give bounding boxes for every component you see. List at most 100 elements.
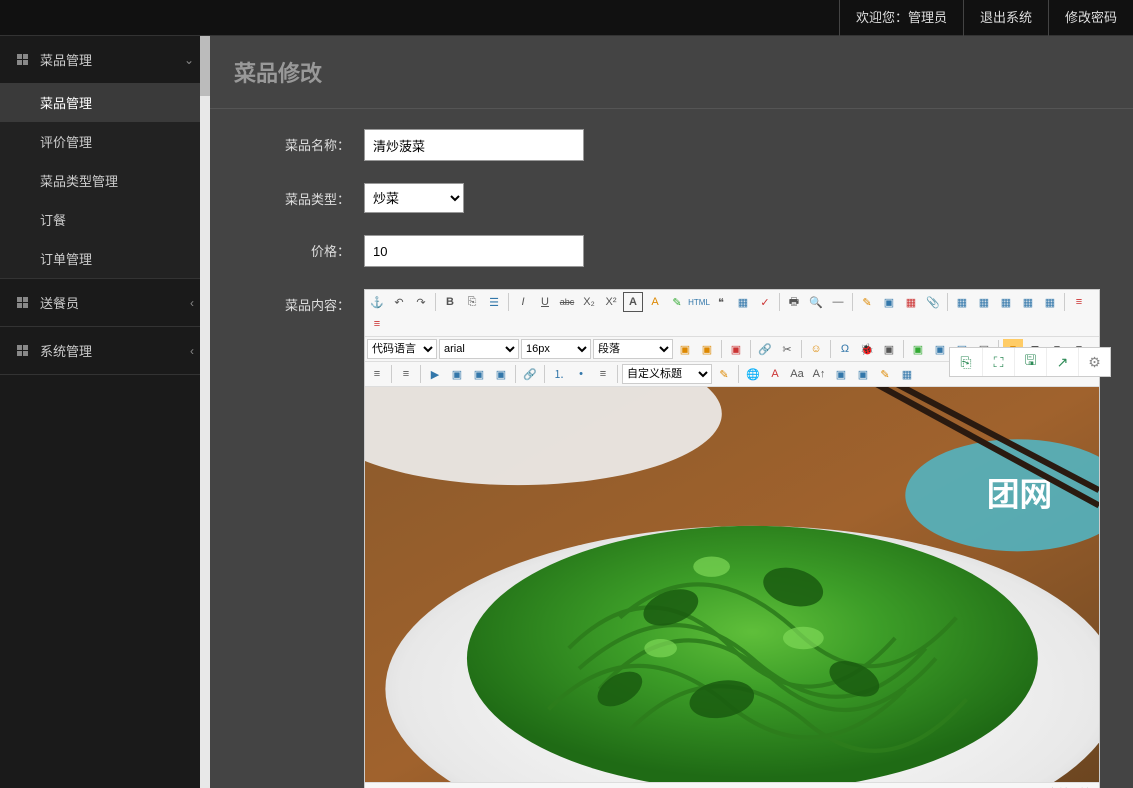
form-row-type: 菜品类型： 炒菜 bbox=[234, 183, 1109, 213]
subscript-icon[interactable]: X₂ bbox=[579, 292, 599, 312]
table4-icon[interactable]: ▦ bbox=[1018, 292, 1038, 312]
video-icon[interactable]: ▣ bbox=[831, 364, 851, 384]
save-icon[interactable]: 🖫 bbox=[1014, 348, 1046, 376]
calendar2-icon[interactable]: ▦ bbox=[901, 292, 921, 312]
tableins-icon[interactable]: ▦ bbox=[897, 364, 917, 384]
font-family-select[interactable]: arial bbox=[439, 339, 519, 359]
editor-content-area[interactable]: 团网 bbox=[365, 387, 1099, 782]
bug-icon[interactable]: 🐞 bbox=[857, 339, 877, 359]
floating-toolbar: ⎘ ⛶ 🖫 ↗ ⚙ bbox=[949, 347, 1111, 377]
table-icon[interactable]: ▦ bbox=[952, 292, 972, 312]
bullet-list-icon[interactable]: • bbox=[571, 364, 591, 384]
palette-icon[interactable]: ✎ bbox=[875, 364, 895, 384]
para-icon[interactable]: ≡ bbox=[1069, 292, 1089, 312]
tool1-icon[interactable]: ✎ bbox=[714, 364, 734, 384]
smile-icon[interactable]: ☺ bbox=[806, 339, 826, 359]
sidebar-scrollbar[interactable] bbox=[200, 36, 210, 788]
editor-footer: 当前已输 bbox=[365, 782, 1099, 788]
link-icon[interactable]: 🔗 bbox=[755, 339, 775, 359]
dish-form: 菜品名称： 菜品类型： 炒菜 价格： 菜品 bbox=[210, 109, 1133, 788]
form-row-name: 菜品名称： bbox=[234, 129, 1109, 161]
imgfloat3-icon[interactable]: ▣ bbox=[491, 364, 511, 384]
superscript-icon[interactable]: X² bbox=[601, 292, 621, 312]
separator bbox=[830, 340, 831, 358]
redo-icon[interactable]: ↷ bbox=[411, 292, 431, 312]
strike-icon[interactable]: abc bbox=[557, 292, 577, 312]
lineheight-icon[interactable]: ≡ bbox=[367, 364, 387, 384]
copyformat-icon[interactable]: ⎘ bbox=[462, 292, 482, 312]
change-password-link[interactable]: 修改密码 bbox=[1048, 0, 1133, 36]
globe-icon[interactable]: 🌐 bbox=[743, 364, 763, 384]
unlink-icon[interactable]: ✂ bbox=[777, 339, 797, 359]
gear-icon[interactable]: ⚙ bbox=[1078, 348, 1110, 376]
sidebar-item-order-manage[interactable]: 订单管理 bbox=[0, 239, 210, 278]
sidebar-group-header-delivery[interactable]: 送餐员 ‹ bbox=[0, 279, 210, 326]
highlight-icon[interactable]: ✎ bbox=[857, 292, 877, 312]
sidebar-item-order-food[interactable]: 订餐 bbox=[0, 200, 210, 239]
img4-icon[interactable]: ▣ bbox=[908, 339, 928, 359]
html-icon[interactable]: HTML bbox=[689, 292, 709, 312]
img5-icon[interactable]: ▣ bbox=[930, 339, 950, 359]
font-size-select[interactable]: 16px bbox=[521, 339, 591, 359]
table5-icon[interactable]: ▦ bbox=[1040, 292, 1060, 312]
calendar-icon[interactable]: ▦ bbox=[733, 292, 753, 312]
logout-link[interactable]: 退出系统 bbox=[963, 0, 1048, 36]
dish-type-select[interactable]: 炒菜 bbox=[364, 183, 464, 213]
price-label: 价格： bbox=[234, 235, 364, 260]
sidebar-group-label: 菜品管理 bbox=[40, 50, 184, 69]
eraser-icon[interactable]: ✎ bbox=[667, 292, 687, 312]
play-icon[interactable]: ▶ bbox=[425, 364, 445, 384]
textcolor-icon[interactable]: A bbox=[645, 292, 665, 312]
fontAa-icon[interactable]: Aa bbox=[787, 364, 807, 384]
attach-icon[interactable]: 📎 bbox=[923, 292, 943, 312]
separator bbox=[391, 365, 392, 383]
sidebar-submenu-dishes: 菜品管理 评价管理 菜品类型管理 订餐 订单管理 bbox=[0, 83, 210, 278]
link2-icon[interactable]: 🔗 bbox=[520, 364, 540, 384]
custom-title-select[interactable]: 自定义标题 bbox=[622, 364, 712, 384]
omega-icon[interactable]: Ω bbox=[835, 339, 855, 359]
imgfloat-icon[interactable]: ▣ bbox=[447, 364, 467, 384]
ruler-icon[interactable]: — bbox=[828, 292, 848, 312]
sidebar-item-review-manage[interactable]: 评价管理 bbox=[0, 122, 210, 161]
table3-icon[interactable]: ▦ bbox=[996, 292, 1016, 312]
fontA-icon[interactable]: A bbox=[765, 364, 785, 384]
preview-icon[interactable]: 🔍 bbox=[806, 292, 826, 312]
dish-price-input[interactable] bbox=[364, 235, 584, 267]
share-icon[interactable]: ↗ bbox=[1046, 348, 1078, 376]
sidebar-group-header-dishes[interactable]: 菜品管理 ⌄ bbox=[0, 36, 210, 83]
bold-icon[interactable]: B bbox=[440, 292, 460, 312]
image-icon[interactable]: ▣ bbox=[675, 339, 695, 359]
video2-icon[interactable]: ▣ bbox=[853, 364, 873, 384]
print-icon[interactable]: 🖶 bbox=[784, 292, 804, 312]
sidebar-group-header-system[interactable]: 系统管理 ‹ bbox=[0, 327, 210, 374]
paragraph-select[interactable]: 段落 bbox=[593, 339, 673, 359]
para2-icon[interactable]: ≡ bbox=[367, 314, 387, 334]
spellcheck-icon[interactable]: ✓ bbox=[755, 292, 775, 312]
box2-icon[interactable]: ▣ bbox=[879, 339, 899, 359]
img3-icon[interactable]: ▣ bbox=[726, 339, 746, 359]
font-box-icon[interactable]: A bbox=[623, 292, 643, 312]
expand-icon[interactable]: ⛶ bbox=[982, 348, 1014, 376]
copy-icon[interactable]: ⎘ bbox=[950, 348, 982, 376]
quote-icon[interactable]: ❝ bbox=[711, 292, 731, 312]
list-icon[interactable]: ≡ bbox=[593, 364, 613, 384]
num-list-icon[interactable]: ⒈ bbox=[549, 364, 569, 384]
anchor-icon[interactable]: ⚓ bbox=[367, 292, 387, 312]
form-row-content: 菜品内容： ⚓ ↶ ↷ B ⎘ ☰ I bbox=[234, 289, 1109, 788]
sidebar-group-system: 系统管理 ‹ bbox=[0, 327, 210, 375]
main-content: 菜品修改 菜品名称： 菜品类型： 炒菜 价格： bbox=[210, 36, 1133, 788]
indent-icon[interactable]: ☰ bbox=[484, 292, 504, 312]
sidebar-item-dish-manage[interactable]: 菜品管理 bbox=[0, 83, 210, 122]
box-icon[interactable]: ▣ bbox=[879, 292, 899, 312]
table2-icon[interactable]: ▦ bbox=[974, 292, 994, 312]
imgfloat2-icon[interactable]: ▣ bbox=[469, 364, 489, 384]
sidebar-item-dishtype-manage[interactable]: 菜品类型管理 bbox=[0, 161, 210, 200]
code-lang-select[interactable]: 代码语言 bbox=[367, 339, 437, 359]
fontA2-icon[interactable]: A↑ bbox=[809, 364, 829, 384]
underline-icon[interactable]: U bbox=[535, 292, 555, 312]
italic-icon[interactable]: I bbox=[513, 292, 533, 312]
undo-icon[interactable]: ↶ bbox=[389, 292, 409, 312]
image2-icon[interactable]: ▣ bbox=[697, 339, 717, 359]
outdent-icon[interactable]: ≡ bbox=[396, 364, 416, 384]
dish-name-input[interactable] bbox=[364, 129, 584, 161]
